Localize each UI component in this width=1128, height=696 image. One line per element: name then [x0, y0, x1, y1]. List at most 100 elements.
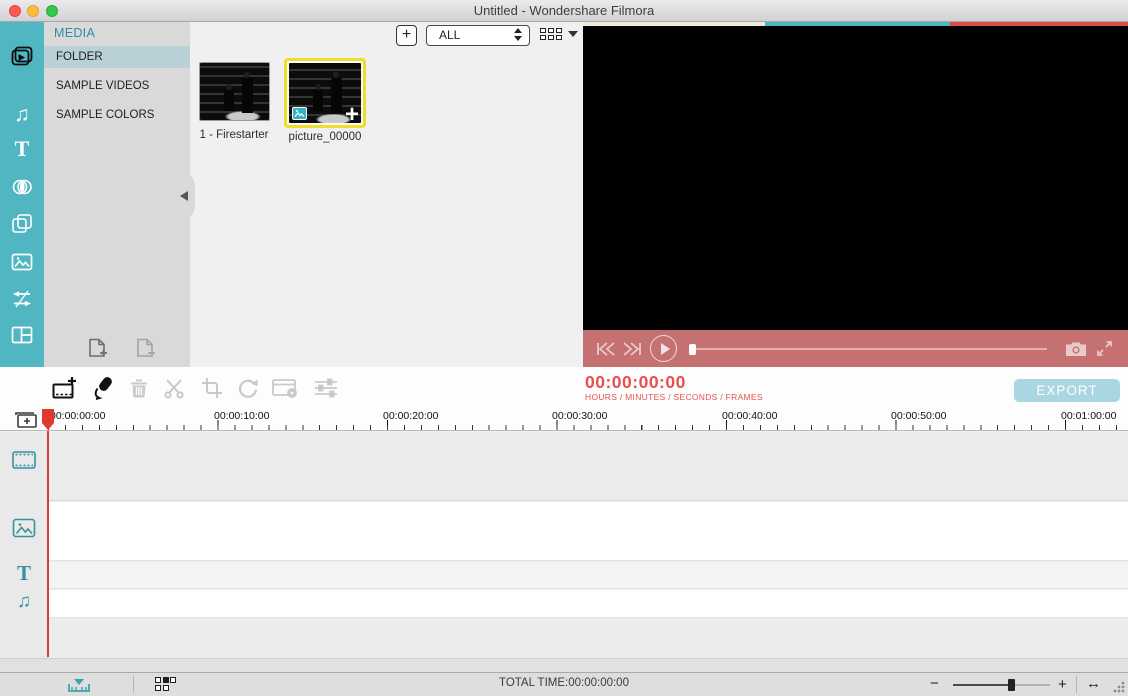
status-bar: TOTAL TIME:00:00:00:00 − + ↔: [0, 672, 1128, 696]
add-to-timeline-icon: [51, 375, 78, 402]
total-time-label: TOTAL TIME:00:00:00:00: [0, 677, 1128, 689]
playhead-marker[interactable]: [42, 409, 54, 430]
trash-icon: [127, 376, 151, 400]
timeline-ruler[interactable]: 00:00:00:00 00:00:10:00 00:00:20:00 00:0…: [0, 408, 1128, 431]
collapse-panel-tab[interactable]: [173, 172, 195, 220]
playhead-line[interactable]: [47, 431, 49, 657]
nav-pip[interactable]: [0, 244, 44, 280]
nav-transitions[interactable]: [0, 169, 44, 205]
text-tool-icon: T: [15, 138, 30, 160]
timecode-caption: HOURS / MINUTES / SECONDS / FRAMES: [585, 392, 763, 402]
add-to-timeline-overlay[interactable]: +: [345, 103, 359, 123]
media-panel: MEDIA FOLDER SAMPLE VIDEOS SAMPLE COLORS: [44, 22, 190, 375]
media-library: + ALL 1 - Firestarter: [190, 22, 583, 375]
media-thumbnail-selected[interactable]: + picture_00000: [284, 58, 366, 128]
progress-handle[interactable]: [689, 344, 696, 355]
media-item-sample-videos[interactable]: SAMPLE VIDEOS: [44, 75, 190, 97]
split-screen-icon: [9, 322, 35, 348]
delete-button[interactable]: [125, 374, 153, 402]
snapshot-button[interactable]: [1065, 341, 1087, 357]
add-media-button[interactable]: +: [396, 25, 417, 46]
rotate-icon: [236, 376, 260, 400]
clip-settings-button[interactable]: [271, 374, 299, 402]
image-thumbnail-image: +: [289, 63, 361, 123]
playback-progress-slider[interactable]: [689, 343, 1047, 355]
split-scissors-icon: [162, 376, 186, 400]
chevron-down-icon: [568, 31, 578, 37]
zoom-to-fit-button[interactable]: ↔: [1086, 675, 1101, 692]
music-icon: ♫: [14, 104, 30, 125]
audio-track[interactable]: [0, 590, 1128, 618]
ruler-ticks: [48, 420, 1128, 430]
manage-tracks-icon[interactable]: [14, 411, 38, 429]
image-type-badge-icon: [292, 107, 307, 120]
video-preview-screen: [583, 26, 1128, 330]
select-arrows-icon: [514, 28, 522, 41]
resize-grip[interactable]: [1112, 680, 1126, 694]
play-icon: [661, 343, 670, 355]
zoom-slider-fill: [953, 684, 1011, 686]
remove-file-icon[interactable]: [134, 336, 158, 362]
grid-view-icon: [540, 28, 562, 40]
window-title: Untitled - Wondershare Filmora: [0, 3, 1128, 18]
track-header-gutter: T ♫: [0, 432, 48, 658]
media-library-icon: [9, 44, 35, 70]
previous-frame-button[interactable]: [596, 342, 616, 356]
add-to-timeline-button[interactable]: [50, 374, 78, 402]
next-frame-button[interactable]: [622, 342, 642, 356]
nav-media[interactable]: [0, 39, 44, 75]
elements-icon: [9, 211, 35, 237]
media-thumbnail[interactable]: 1 - Firestarter: [199, 62, 270, 121]
current-timecode: 00:00:00:00: [585, 372, 686, 393]
sliders-icon: [313, 376, 339, 400]
image-icon: [9, 249, 35, 275]
split-button[interactable]: [160, 374, 188, 402]
adjust-button[interactable]: [312, 374, 340, 402]
media-panel-header: MEDIA: [54, 26, 95, 40]
nav-music[interactable]: ♫: [0, 96, 44, 132]
edit-toolbar: 00:00:00:00 HOURS / MINUTES / SECONDS / …: [0, 367, 1128, 408]
nav-text[interactable]: T: [0, 131, 44, 167]
record-voiceover-button[interactable]: [88, 374, 116, 402]
crop-button[interactable]: [198, 374, 226, 402]
export-button[interactable]: EXPORT: [1014, 379, 1120, 402]
playback-controls: [583, 330, 1128, 367]
video-thumbnail-image: [199, 62, 270, 121]
media-item-folder[interactable]: FOLDER: [44, 46, 190, 68]
crop-icon: [200, 376, 224, 400]
filter-dropdown[interactable]: ALL: [426, 25, 530, 46]
divider: [1076, 676, 1077, 693]
video-track-icon: [0, 450, 48, 470]
zoom-out-button[interactable]: −: [930, 675, 939, 692]
zoom-in-button[interactable]: +: [1058, 676, 1067, 693]
zoom-slider-handle[interactable]: [1008, 679, 1015, 691]
import-file-icon[interactable]: [86, 336, 110, 362]
view-mode-dropdown[interactable]: [540, 28, 578, 40]
timeline-zoom-slider[interactable]: [953, 684, 1050, 686]
audio-track-icon: ♫: [0, 592, 48, 611]
pip-track-icon: [0, 517, 48, 539]
media-item-sample-colors[interactable]: SAMPLE COLORS: [44, 104, 190, 126]
timeline-tracks: T ♫: [0, 432, 1128, 672]
transitions-icon: [9, 174, 35, 200]
microphone-icon: [89, 375, 115, 401]
progress-track: [689, 348, 1047, 350]
thumbnail-label: picture_00000: [255, 131, 395, 143]
text-track[interactable]: [0, 562, 1128, 589]
fullscreen-button[interactable]: [1096, 340, 1113, 357]
text-track-icon: T: [0, 563, 48, 584]
empty-track-area[interactable]: [0, 619, 1128, 657]
settings-window-icon: [271, 376, 299, 400]
filter-value: ALL: [439, 28, 460, 42]
rotate-button[interactable]: [234, 374, 262, 402]
pip-track[interactable]: [0, 502, 1128, 561]
nav-split[interactable]: [0, 281, 44, 317]
nav-splitscreen[interactable]: [0, 317, 44, 353]
swap-arrows-icon: [9, 286, 35, 312]
video-track[interactable]: [0, 432, 1128, 501]
nav-rail: ♫ T: [0, 22, 44, 375]
play-button[interactable]: [650, 335, 677, 362]
nav-elements[interactable]: [0, 206, 44, 242]
app-window: Untitled - Wondershare Filmora ♫ T: [0, 0, 1128, 696]
timeline-scrollbar[interactable]: [0, 658, 1128, 672]
